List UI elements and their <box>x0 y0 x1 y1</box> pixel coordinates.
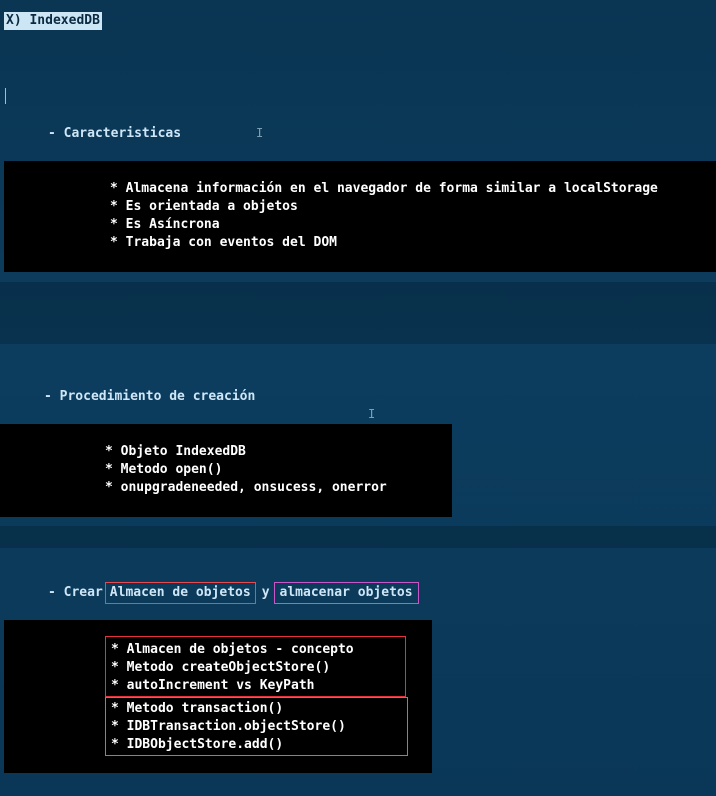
heading-connector: y <box>261 585 270 600</box>
ibeam-cursor-icon: I <box>256 126 264 140</box>
list-item: * Metodo createObjectStore() <box>111 660 331 675</box>
characteristics-list: * Almacena información en el navegador d… <box>110 180 658 252</box>
heading-prefix: - Crear <box>48 585 103 600</box>
list-item: * Es orientada a objetos <box>110 199 298 214</box>
section-heading-procedimiento: - Procedimiento de creación <box>44 389 256 404</box>
list-item: * Trabaja con eventos del DOM <box>110 235 337 250</box>
list-item: * Metodo transaction() <box>111 701 284 716</box>
list-item: * IDBObjectStore.add() <box>111 737 284 752</box>
list-item: * onupgradeneeded, onsucess, onerror <box>105 480 387 495</box>
list-item: * Es Asíncrona <box>110 217 220 232</box>
procedure-list: * Objeto IndexedDB * Metodo open() * onu… <box>105 443 387 497</box>
highlight-almacen-de-objetos: Almacen de objetos <box>104 582 256 604</box>
list-item: * IDBTransaction.objectStore() <box>111 719 346 734</box>
highlight-almacenar-objetos: almacenar objetos <box>273 582 419 604</box>
list-item: * Almacen de objetos - concepto <box>111 642 354 657</box>
section-band <box>0 282 716 344</box>
text-cursor <box>5 88 6 104</box>
store-concept-list: * Almacen de objetos - concepto * Metodo… <box>111 641 354 695</box>
create-store-box: * Almacen de objetos - concepto * Metodo… <box>4 620 432 773</box>
characteristics-box: * Almacena información en el navegador d… <box>4 161 716 272</box>
list-item: * Metodo open() <box>105 462 223 477</box>
store-objects-list: * Metodo transaction() * IDBTransaction.… <box>111 700 346 754</box>
procedure-box: * Objeto IndexedDB * Metodo open() * onu… <box>0 424 452 517</box>
group-almacenar-objetos: * Metodo transaction() * IDBTransaction.… <box>105 697 408 756</box>
page-title: X) IndexedDB <box>4 12 102 30</box>
section-band <box>0 526 716 548</box>
list-item: * autoIncrement vs KeyPath <box>111 678 315 693</box>
list-item: * Almacena información en el navegador d… <box>110 181 658 196</box>
section-heading-crear: - Crear Almacen de objetos y almacenar o… <box>48 582 419 604</box>
section-heading-caracteristicas: - Caracteristicas <box>48 126 182 141</box>
group-almacen-de-objetos: * Almacen de objetos - concepto * Metodo… <box>105 636 406 697</box>
ibeam-cursor-icon: I <box>368 407 376 421</box>
list-item: * Objeto IndexedDB <box>105 444 246 459</box>
